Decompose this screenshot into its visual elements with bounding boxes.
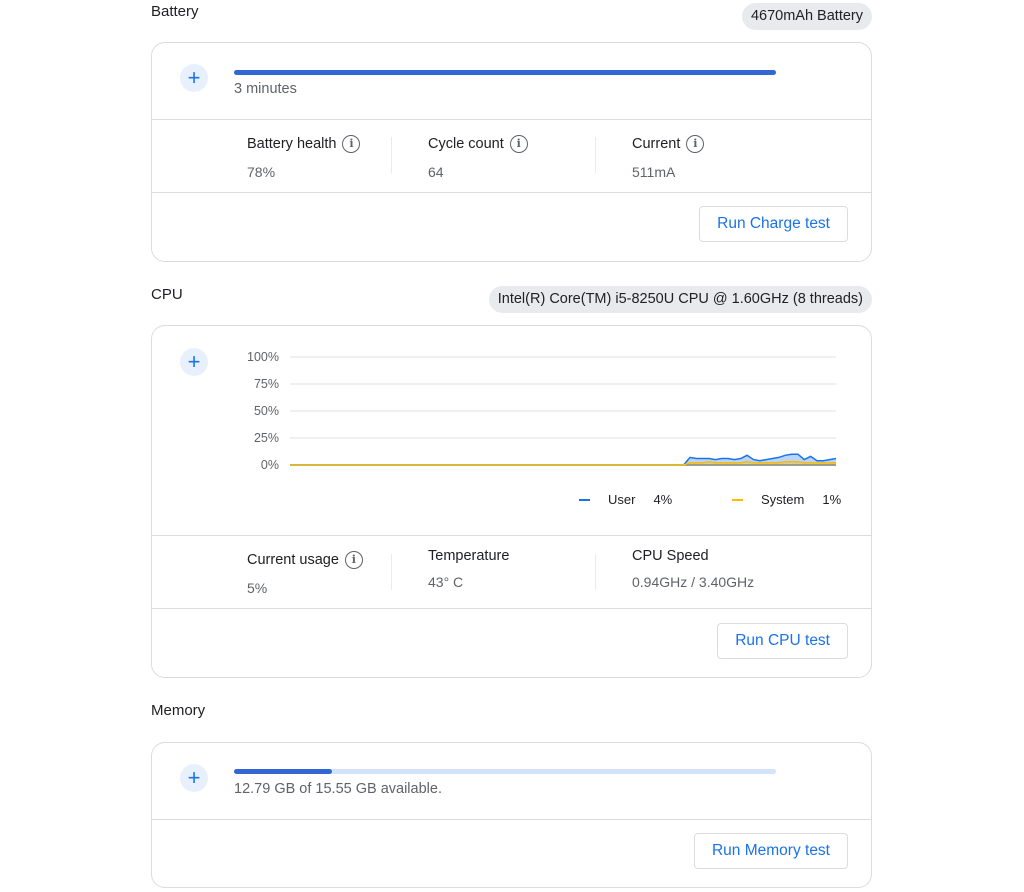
current-label-text: Current <box>632 136 681 152</box>
y-tick-label: 50% <box>254 404 279 418</box>
y-tick-label: 100% <box>247 350 279 364</box>
memory-progress-bar <box>234 769 776 774</box>
run-cpu-test-button[interactable]: Run CPU test <box>717 623 848 659</box>
temperature-stat: Temperature 43° C <box>428 548 509 590</box>
legend-system-label: System <box>761 492 805 507</box>
current-label: Current i <box>632 135 705 153</box>
cpu-speed-label: CPU Speed <box>632 548 709 564</box>
y-tick-label: 25% <box>254 431 279 445</box>
current-usage-label-text: Current usage <box>247 552 339 568</box>
info-icon[interactable]: i <box>342 135 361 153</box>
memory-card: + 12.79 GB of 15.55 GB available. Run Me… <box>151 742 872 888</box>
memory-expand-icon[interactable]: + <box>180 764 208 792</box>
divider <box>152 608 871 609</box>
cpu-speed-value: 0.94GHz / 3.40GHz <box>632 574 755 590</box>
current-usage-stat: Current usage i 5% <box>247 551 363 596</box>
legend-system-value: 1% <box>822 492 842 507</box>
divider <box>152 119 871 120</box>
legend-user-swatch <box>579 498 590 501</box>
battery-health-label-text: Battery health <box>247 136 337 152</box>
info-icon[interactable]: i <box>344 551 363 569</box>
battery-health-stat: Battery health i 78% <box>247 135 361 180</box>
info-icon[interactable]: i <box>686 135 705 153</box>
divider <box>152 192 871 193</box>
battery-time-caption: 3 minutes <box>234 81 297 97</box>
cpu-card: + 100% 75% 50% 25% 0% User 4% System 1% Curr… <box>151 325 872 678</box>
battery-progress-bar <box>234 70 776 75</box>
cpu-usage-chart: 100% 75% 50% 25% 0% <box>247 350 837 472</box>
temperature-label: Temperature <box>428 548 510 564</box>
y-tick-label: 0% <box>261 458 279 472</box>
run-charge-test-button[interactable]: Run Charge test <box>699 206 848 242</box>
divider <box>595 554 596 590</box>
legend-system-swatch <box>732 498 743 501</box>
legend-user-value: 4% <box>653 492 673 507</box>
battery-section-title: Battery <box>151 3 199 20</box>
divider <box>152 535 871 536</box>
battery-card: + 3 minutes Battery health i 78% Cycle c… <box>151 42 872 262</box>
divider <box>391 554 392 590</box>
current-value: 511mA <box>632 164 676 180</box>
cpu-section-title: CPU <box>151 286 183 303</box>
info-icon[interactable]: i <box>509 135 528 153</box>
battery-health-label: Battery health i <box>247 135 361 153</box>
memory-section-title: Memory <box>151 702 206 719</box>
battery-health-value: 78% <box>247 164 276 180</box>
divider <box>391 137 392 173</box>
battery-progress-fill <box>234 70 776 75</box>
legend-user-label: User <box>608 492 636 507</box>
cpu-model-chip: Intel(R) Core(TM) i5-8250U CPU @ 1.60GHz… <box>488 286 872 313</box>
divider <box>152 819 871 820</box>
cycle-count-label-text: Cycle count <box>428 136 504 152</box>
memory-available-caption: 12.79 GB of 15.55 GB available. <box>234 781 442 797</box>
cycle-count-label: Cycle count i <box>428 135 528 153</box>
run-memory-test-button[interactable]: Run Memory test <box>693 833 848 869</box>
current-usage-value: 5% <box>247 580 268 596</box>
current-stat: Current i 511mA <box>632 135 705 180</box>
current-usage-label: Current usage i <box>247 551 363 569</box>
temperature-value: 43° C <box>428 574 464 590</box>
legend-user: User 4% <box>579 492 672 507</box>
cycle-count-value: 64 <box>428 164 444 180</box>
y-tick-label: 75% <box>254 377 279 391</box>
battery-capacity-chip: 4670mAh Battery <box>741 3 872 30</box>
cycle-count-stat: Cycle count i 64 <box>428 135 528 180</box>
cpu-speed-stat: CPU Speed 0.94GHz / 3.40GHz <box>632 548 754 590</box>
memory-progress-fill <box>234 769 332 774</box>
divider <box>595 137 596 173</box>
battery-expand-icon[interactable]: + <box>180 64 208 92</box>
legend-system: System 1% <box>732 492 841 507</box>
